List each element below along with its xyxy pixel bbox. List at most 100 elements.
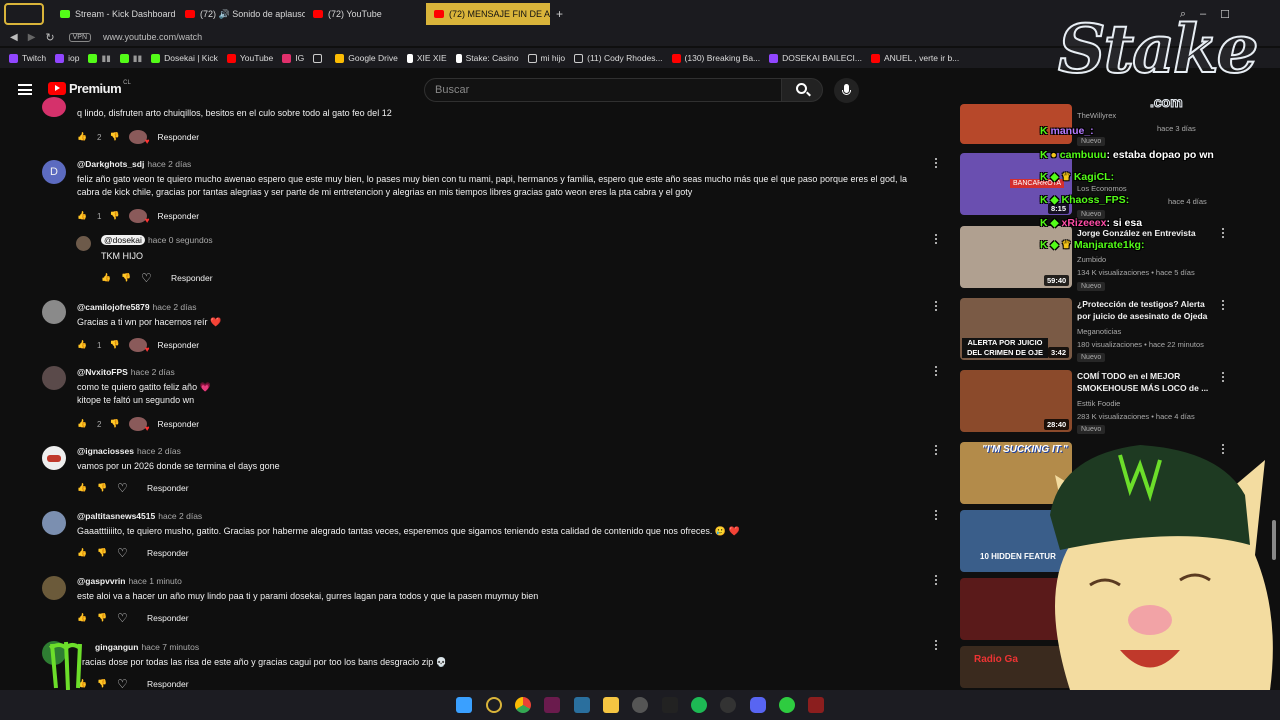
- bookmark-kick-b[interactable]: ▮▮: [119, 53, 142, 64]
- reload-icon[interactable]: ↻: [45, 31, 54, 44]
- comment-time[interactable]: hace 2 días: [158, 511, 202, 521]
- heart-icon[interactable]: ♡: [141, 272, 153, 284]
- heart-icon[interactable]: ♡: [117, 547, 129, 559]
- steam-icon[interactable]: [720, 697, 736, 713]
- video-title[interactable]: ¿Protección de testigos? Alerta por juic…: [1077, 298, 1217, 322]
- comment-time[interactable]: hace 2 días: [147, 159, 191, 169]
- video-channel[interactable]: Esttik Foodie: [1077, 399, 1120, 408]
- tab-mensaje-fin[interactable]: (72) MENSAJE FIN DE AÑO: [426, 3, 550, 25]
- bookmark-ig[interactable]: IG: [282, 53, 304, 63]
- more-options-icon[interactable]: [1220, 372, 1226, 384]
- dislike-icon[interactable]: 👎: [97, 679, 109, 689]
- reply-button[interactable]: Responder: [157, 132, 199, 142]
- heart-icon[interactable]: ♡: [117, 678, 129, 690]
- more-options-icon[interactable]: [933, 445, 939, 457]
- vpn-badge[interactable]: VPN: [68, 32, 92, 42]
- comment-time[interactable]: hace 2 días: [137, 446, 181, 456]
- youtube-logo[interactable]: Premium CL: [48, 80, 131, 96]
- dislike-icon[interactable]: 👎: [109, 211, 121, 221]
- video-channel[interactable]: TheWillyrex: [1077, 111, 1116, 120]
- bookmark-breaking-bad[interactable]: (130) Breaking Ba...: [671, 53, 760, 63]
- dislike-icon[interactable]: 👎: [97, 483, 109, 493]
- bookmark-dosekai-kick[interactable]: Dosekai | Kick: [151, 53, 218, 63]
- spotify-icon[interactable]: [691, 697, 707, 713]
- tab-sonido[interactable]: (72) 🔊 Sonido de aplauso: [177, 3, 305, 25]
- comment-author[interactable]: @NvxitoFPS hace 2 días: [77, 367, 175, 377]
- vegas-icon[interactable]: [544, 697, 560, 713]
- author-handle[interactable]: @camilojofre5879: [77, 302, 150, 312]
- capcut-icon[interactable]: [662, 697, 678, 713]
- more-options-icon[interactable]: [933, 575, 939, 587]
- comment-time[interactable]: hace 2 días: [153, 302, 197, 312]
- comment-time[interactable]: hace 1 minuto: [128, 576, 181, 586]
- back-icon[interactable]: ◀: [10, 32, 18, 43]
- bookmark-anuel[interactable]: ANUEL , verte ir b...: [871, 53, 959, 63]
- discord-icon[interactable]: [750, 697, 766, 713]
- video-title[interactable]: COMÍ TODO en el MEJOR SMOKEHOUSE MÁS LOC…: [1077, 370, 1217, 394]
- like-icon[interactable]: 👍: [77, 548, 89, 558]
- avatar[interactable]: [76, 236, 91, 251]
- browser-logo-icon[interactable]: [4, 3, 44, 25]
- bookmark-twitch[interactable]: Twitch: [9, 53, 46, 63]
- tab-youtube[interactable]: (72) YouTube: [305, 3, 430, 25]
- dislike-icon[interactable]: 👎: [109, 340, 121, 350]
- avatar[interactable]: D: [42, 160, 66, 184]
- bookmark-xie-xie[interactable]: XIE XIE: [406, 53, 447, 63]
- like-icon[interactable]: 👍: [77, 483, 89, 493]
- comment-author[interactable]: @gaspvvrin hace 1 minuto: [77, 576, 182, 586]
- avatar[interactable]: [42, 366, 66, 390]
- avatar[interactable]: [42, 97, 66, 117]
- video-thumbnail[interactable]: [960, 104, 1072, 144]
- bookmark-kick-a[interactable]: ▮▮: [88, 53, 111, 64]
- more-options-icon[interactable]: [933, 301, 939, 313]
- comment-author[interactable]: @ignaciosses hace 2 días: [77, 446, 181, 456]
- avatar[interactable]: [42, 300, 66, 324]
- scrollbar[interactable]: [1272, 520, 1276, 560]
- xbox-icon[interactable]: [779, 697, 795, 713]
- creator-handle-chip[interactable]: @dosekai: [101, 235, 145, 245]
- windows-start-icon[interactable]: [456, 697, 472, 713]
- more-options-icon[interactable]: [933, 510, 939, 522]
- reply-button[interactable]: Responder: [147, 679, 189, 689]
- author-handle[interactable]: @paltitasnews4515: [77, 511, 155, 521]
- dislike-icon[interactable]: 👎: [97, 548, 109, 558]
- bookmark-iop[interactable]: iop: [55, 53, 79, 63]
- bookmark-google-drive[interactable]: Google Drive: [335, 53, 398, 63]
- tab-kick-dashboard[interactable]: Stream - Kick Dashboard: [52, 3, 177, 25]
- new-tab-icon[interactable]: +: [556, 7, 563, 21]
- video-channel[interactable]: Los Economos: [1077, 184, 1127, 193]
- dislike-icon[interactable]: 👎: [121, 273, 133, 283]
- app-icon[interactable]: [574, 697, 590, 713]
- more-options-icon[interactable]: [933, 234, 939, 246]
- dislike-icon[interactable]: 👎: [109, 419, 121, 429]
- bookmark-youtube[interactable]: YouTube: [226, 53, 273, 63]
- heart-icon[interactable]: ♡: [117, 482, 129, 494]
- file-explorer-icon[interactable]: [603, 697, 619, 713]
- more-options-icon[interactable]: [933, 640, 939, 652]
- dislike-icon[interactable]: 👎: [97, 613, 109, 623]
- like-icon[interactable]: 👍: [101, 273, 113, 283]
- comment-time[interactable]: hace 2 días: [131, 367, 175, 377]
- video-channel[interactable]: Zumbido: [1077, 255, 1106, 264]
- author-handle[interactable]: gingangun: [95, 642, 138, 652]
- comment-author[interactable]: @dosekai hace 0 segundos: [101, 235, 213, 245]
- author-handle[interactable]: @gaspvvrin: [77, 576, 125, 586]
- avatar[interactable]: [42, 576, 66, 600]
- bookmark-dosekai-baile[interactable]: DOSEKAI BAILECI...: [769, 53, 862, 63]
- author-handle[interactable]: @Darkghots_sdj: [77, 159, 144, 169]
- reply-button[interactable]: Responder: [147, 548, 189, 558]
- comment-author[interactable]: @camilojofre5879 hace 2 días: [77, 302, 197, 312]
- more-options-icon[interactable]: [933, 366, 939, 378]
- url-field[interactable]: www.youtube.com/watch: [103, 32, 202, 42]
- reply-button[interactable]: Responder: [171, 273, 213, 283]
- video-channel[interactable]: Meganoticias: [1077, 327, 1121, 336]
- comment-time[interactable]: hace 0 segundos: [148, 235, 213, 245]
- app-icon[interactable]: [808, 697, 824, 713]
- reply-button[interactable]: Responder: [147, 483, 189, 493]
- more-options-icon[interactable]: [1220, 228, 1226, 240]
- bookmark-cody-rhodes[interactable]: (11) Cody Rhodes...: [574, 53, 663, 63]
- author-handle[interactable]: @NvxitoFPS: [77, 367, 128, 377]
- search-input[interactable]: Buscar: [424, 78, 782, 102]
- like-icon[interactable]: 👍: [77, 613, 89, 623]
- author-handle[interactable]: @ignaciosses: [77, 446, 134, 456]
